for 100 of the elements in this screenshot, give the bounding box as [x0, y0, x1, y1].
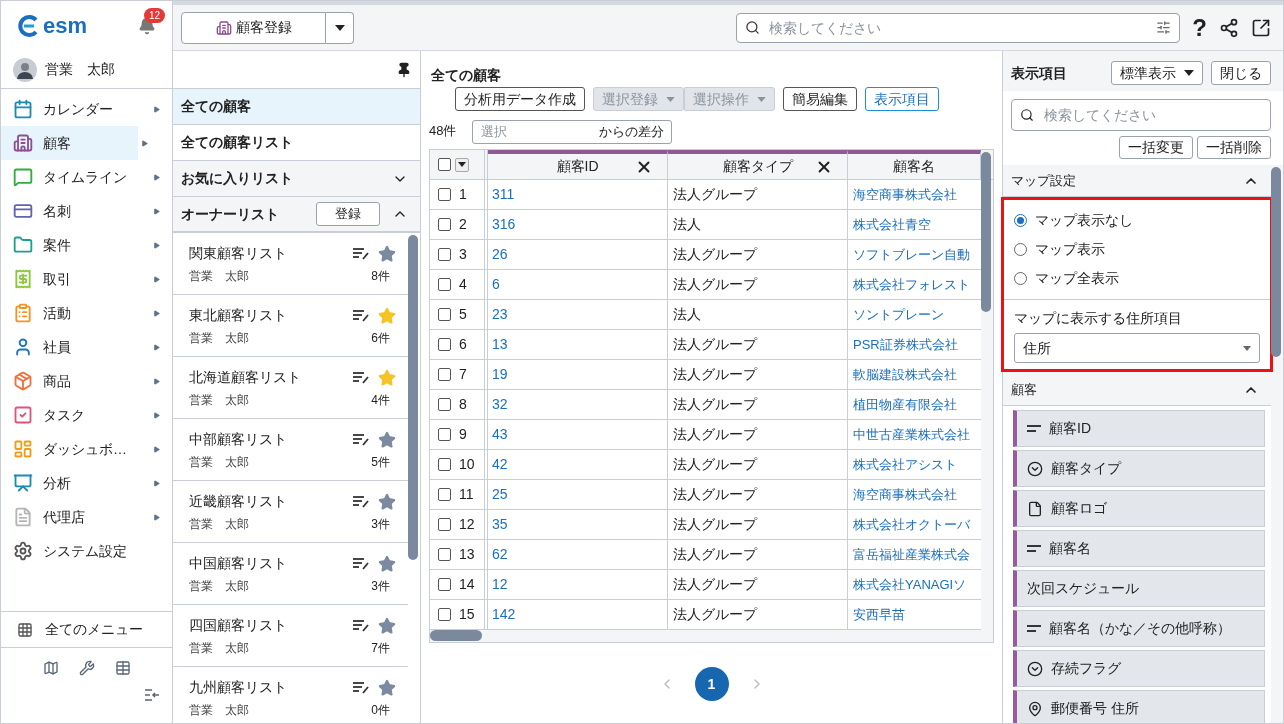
- nav-item[interactable]: システム設定: [1, 534, 172, 568]
- star-icon[interactable]: [378, 306, 396, 325]
- nav-item[interactable]: タスク: [1, 398, 172, 432]
- address-select[interactable]: 住所: [1014, 333, 1260, 363]
- customer-id-link[interactable]: 32: [492, 394, 508, 415]
- customer-name-link[interactable]: 海空商事株式会社: [853, 184, 957, 205]
- customer-name-link[interactable]: ソントプレーン: [853, 304, 944, 325]
- checkbox[interactable]: [438, 428, 451, 441]
- customer-id-link[interactable]: 43: [492, 424, 508, 445]
- checkbox[interactable]: [438, 518, 451, 531]
- customer-id-link[interactable]: 25: [492, 484, 508, 505]
- star-icon[interactable]: [378, 616, 396, 635]
- nav-item[interactable]: ダッシュボ…: [1, 432, 172, 466]
- customer-name-link[interactable]: PSR証券株式会社: [853, 334, 958, 355]
- search-field[interactable]: 検索してください: [1011, 99, 1271, 131]
- all-menu-link[interactable]: 全てのメニュー: [45, 619, 143, 640]
- field-item[interactable]: 顧客名: [1013, 530, 1265, 567]
- nav-item[interactable]: 名刺: [1, 194, 172, 228]
- checkbox[interactable]: [438, 338, 451, 351]
- customer-id-link[interactable]: 35: [492, 514, 508, 535]
- checkbox[interactable]: [438, 488, 451, 501]
- edit-list-icon[interactable]: [352, 246, 370, 261]
- star-icon[interactable]: [378, 430, 396, 449]
- checkbox[interactable]: [438, 308, 451, 321]
- favorites-header[interactable]: お気に入りリスト: [173, 161, 420, 197]
- nav-item[interactable]: 案件: [1, 228, 172, 262]
- nav-item[interactable]: 分析: [1, 466, 172, 500]
- star-icon[interactable]: [378, 244, 396, 263]
- scrollbar-thumb[interactable]: [981, 152, 991, 312]
- owner-list-header[interactable]: オーナーリスト 登録: [173, 197, 420, 233]
- edit-list-icon[interactable]: [352, 308, 370, 323]
- customer-name-link[interactable]: 株式会社フォレスト: [853, 274, 970, 295]
- star-icon[interactable]: [378, 368, 396, 387]
- checkbox[interactable]: [438, 248, 451, 261]
- customer-id-link[interactable]: 13: [492, 334, 508, 355]
- customer-list-item[interactable]: 中国顧客リスト 営業 太郎 3件: [173, 543, 408, 605]
- customer-id-link[interactable]: 311: [492, 184, 515, 205]
- edit-list-icon[interactable]: [352, 494, 370, 509]
- nav-item[interactable]: 活動: [1, 296, 172, 330]
- customer-name-link[interactable]: 海空商事株式会社: [853, 484, 957, 505]
- help-icon[interactable]: ?: [1192, 15, 1207, 40]
- map-icon[interactable]: [42, 660, 59, 676]
- close-button[interactable]: 閉じる: [1211, 61, 1271, 85]
- customer-name-link[interactable]: 中世古産業株式会社: [853, 424, 970, 445]
- register-list-button[interactable]: 登録: [316, 202, 380, 226]
- customer-name-link[interactable]: 安西早苗: [853, 604, 905, 625]
- customer-id-link[interactable]: 19: [492, 364, 508, 385]
- nav-item[interactable]: 社員: [1, 330, 172, 364]
- edit-list-icon[interactable]: [352, 680, 370, 695]
- bulk-action-button[interactable]: 一括変更: [1119, 136, 1193, 159]
- edit-list-icon[interactable]: [352, 432, 370, 447]
- customer-id-link[interactable]: 23: [492, 304, 508, 325]
- customer-id-link[interactable]: 6: [492, 274, 500, 295]
- edit-list-icon[interactable]: [352, 556, 370, 571]
- customer-id-link[interactable]: 62: [492, 544, 508, 565]
- field-item[interactable]: 郵便番号 住所: [1013, 690, 1265, 723]
- nav-item[interactable]: 代理店: [1, 500, 172, 534]
- customer-id-link[interactable]: 316: [492, 214, 516, 235]
- customer-name-link[interactable]: 富岳福祉産業株式会: [853, 544, 970, 565]
- checkbox[interactable]: [438, 458, 451, 471]
- customer-id-link[interactable]: 26: [492, 244, 508, 265]
- checkbox[interactable]: [438, 398, 451, 411]
- customer-name-link[interactable]: 株式会社YANAGIソ: [853, 574, 967, 595]
- checkbox[interactable]: [438, 368, 451, 381]
- checkbox[interactable]: [438, 188, 451, 201]
- field-item[interactable]: 次回スケジュール: [1013, 570, 1265, 607]
- scrollbar-thumb[interactable]: [430, 630, 482, 641]
- checkbox[interactable]: [438, 278, 451, 291]
- external-link-icon[interactable]: [1251, 17, 1271, 38]
- star-icon[interactable]: [378, 678, 396, 697]
- radio-option[interactable]: マップ表示なし: [1004, 206, 1270, 235]
- customer-name-link[interactable]: 株式会社アシスト: [853, 454, 957, 475]
- field-item[interactable]: 顧客ロゴ: [1013, 490, 1265, 527]
- avatar[interactable]: [13, 57, 37, 82]
- wrench-icon[interactable]: [78, 660, 95, 676]
- customer-name-link[interactable]: 植田物産有限会社: [853, 394, 957, 415]
- share-icon[interactable]: [1219, 17, 1239, 38]
- list-view-item[interactable]: 全ての顧客: [173, 89, 420, 125]
- field-item[interactable]: 顧客名（かな／その他呼称）: [1013, 610, 1265, 647]
- action-button[interactable]: 分析用データ作成: [455, 87, 585, 111]
- page-button[interactable]: 1: [694, 667, 729, 701]
- checkbox[interactable]: [438, 578, 451, 591]
- customer-name-link[interactable]: 株式会社青空: [853, 214, 931, 235]
- table-icon[interactable]: [114, 660, 131, 676]
- customer-list-item[interactable]: 四国顧客リスト 営業 太郎 7件: [173, 605, 408, 667]
- scrollbar-thumb[interactable]: [408, 235, 418, 560]
- customer-name-link[interactable]: 株式会社オクトーバ: [853, 514, 970, 535]
- checkbox[interactable]: [438, 548, 451, 561]
- nav-item[interactable]: タイムライン: [1, 160, 172, 194]
- bulk-action-button[interactable]: 一括削除: [1197, 136, 1271, 159]
- nav-item[interactable]: 商品: [1, 364, 172, 398]
- nav-item[interactable]: カレンダー: [1, 92, 172, 126]
- dropdown-button[interactable]: [326, 11, 354, 44]
- search-field[interactable]: 検索してください: [736, 12, 1181, 43]
- pin-icon[interactable]: [396, 61, 412, 78]
- checkbox[interactable]: [438, 158, 451, 171]
- radio-option[interactable]: マップ全表示: [1004, 264, 1270, 293]
- customer-id-link[interactable]: 142: [492, 604, 516, 625]
- radio-option[interactable]: マップ表示: [1004, 235, 1270, 264]
- select-menu-button[interactable]: [455, 157, 469, 172]
